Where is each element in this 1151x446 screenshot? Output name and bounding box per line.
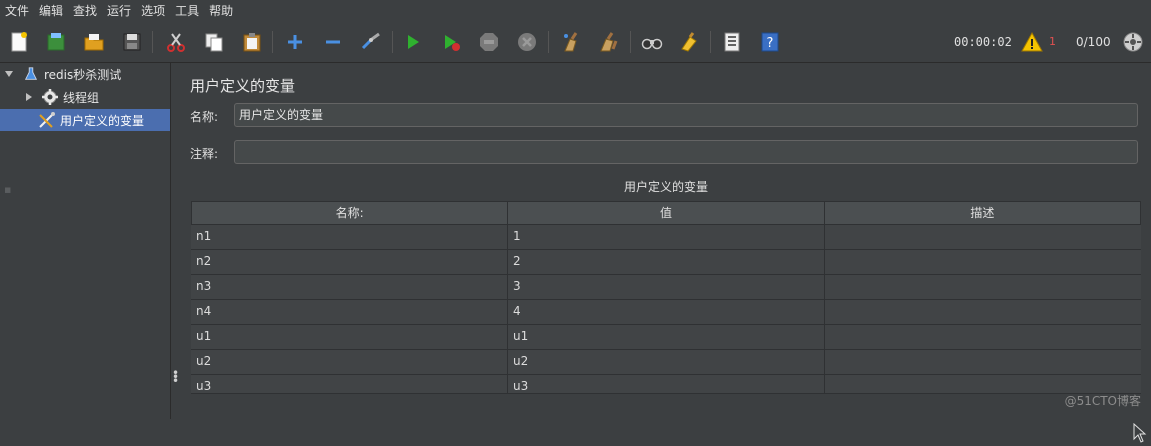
cell-value[interactable]: 4 <box>508 300 825 324</box>
column-header-name[interactable]: 名称: <box>192 202 509 224</box>
toggle-icon[interactable] <box>359 30 383 54</box>
cell-name[interactable]: n3 <box>191 275 508 299</box>
column-header-description[interactable]: 描述 <box>825 202 1140 224</box>
menu-file[interactable]: 文件 <box>0 0 34 22</box>
collapse-icon[interactable] <box>321 30 345 54</box>
reset-search-icon[interactable] <box>677 30 701 54</box>
name-label: 名称: <box>190 110 219 124</box>
clear-icon[interactable] <box>559 30 583 54</box>
table-row[interactable]: n1 1 <box>191 225 1141 250</box>
watermark: @51CTO博客 <box>1064 394 1141 408</box>
cell-name[interactable]: u2 <box>191 350 508 374</box>
menu-run[interactable]: 运行 <box>102 0 136 22</box>
table-empty-area[interactable] <box>191 393 1141 420</box>
cell-name[interactable]: u1 <box>191 325 508 349</box>
search-icon[interactable] <box>640 30 664 54</box>
cell-value[interactable]: 2 <box>508 250 825 274</box>
toolbar-separator <box>548 31 549 53</box>
cell-description[interactable] <box>825 250 1141 274</box>
new-icon[interactable] <box>7 30 31 54</box>
svg-text:?: ? <box>767 36 774 51</box>
flask-icon <box>22 65 40 83</box>
start-no-pause-icon[interactable] <box>439 30 463 54</box>
cell-description[interactable] <box>825 325 1141 349</box>
stop-icon[interactable] <box>477 30 501 54</box>
cell-name[interactable]: n4 <box>191 300 508 324</box>
clear-all-icon[interactable] <box>597 30 621 54</box>
cut-icon[interactable] <box>164 30 188 54</box>
save-icon[interactable] <box>120 30 144 54</box>
table-row[interactable]: u1 u1 <box>191 325 1141 350</box>
remote-status-icon[interactable] <box>1121 30 1145 54</box>
warning-icon[interactable] <box>1020 30 1044 54</box>
cell-description[interactable] <box>825 300 1141 324</box>
column-header-value[interactable]: 值 <box>508 202 825 224</box>
expand-icon[interactable] <box>283 30 307 54</box>
menu-search[interactable]: 查找 <box>68 0 102 22</box>
cell-description[interactable] <box>825 350 1141 374</box>
cell-name[interactable]: n1 <box>191 225 508 249</box>
menu-help[interactable]: 帮助 <box>204 0 238 22</box>
page-title: 用户定义的变量 <box>190 77 296 95</box>
mouse-cursor-icon <box>1133 422 1147 446</box>
active-threads: 0/100 <box>1076 35 1111 49</box>
cell-name[interactable]: n2 <box>191 250 508 274</box>
variables-tool-icon <box>38 111 56 129</box>
menu-tools[interactable]: 工具 <box>170 0 204 22</box>
table-caption: 用户定义的变量 <box>623 180 708 194</box>
cell-value[interactable]: 1 <box>508 225 825 249</box>
toolbar-separator <box>710 31 711 53</box>
open-icon[interactable] <box>82 30 106 54</box>
elapsed-time: 00:00:02 <box>954 35 1012 49</box>
cell-value[interactable]: u2 <box>508 350 825 374</box>
table-row[interactable]: n4 4 <box>191 300 1141 325</box>
start-icon[interactable] <box>401 30 425 54</box>
table-row[interactable]: n2 2 <box>191 250 1141 275</box>
toolbar-separator <box>630 31 631 53</box>
cell-value[interactable]: 3 <box>508 275 825 299</box>
user-variables-panel: 用户定义的变量 名称: 用户定义的变量 注释: 用户定义的变量 名称: 值 描述… <box>178 63 1151 443</box>
templates-icon[interactable] <box>44 30 68 54</box>
copy-icon[interactable] <box>202 30 226 54</box>
menu-options[interactable]: 选项 <box>136 0 170 22</box>
table-header: 名称: 值 描述 <box>191 201 1141 225</box>
menu-edit[interactable]: 编辑 <box>34 0 68 22</box>
table-row[interactable]: n3 3 <box>191 275 1141 300</box>
name-field[interactable]: 用户定义的变量 <box>234 103 1138 127</box>
shutdown-icon[interactable] <box>515 30 539 54</box>
toolbar-separator <box>392 31 393 53</box>
help-icon[interactable]: ? <box>758 30 782 54</box>
tree-item-test-plan[interactable]: redis秒杀测试 <box>0 63 170 85</box>
comment-label: 注释: <box>190 147 219 161</box>
expand-arrow-icon[interactable] <box>5 71 13 77</box>
test-plan-tree: ▪ redis秒杀测试 线程组 用户定义的变量 <box>0 63 171 419</box>
tree-label-user-variables: 用户定义的变量 <box>60 113 145 128</box>
paste-icon[interactable] <box>240 30 264 54</box>
warning-count: 1 <box>1049 35 1056 48</box>
gear-icon <box>41 88 59 106</box>
cell-value[interactable]: u1 <box>508 325 825 349</box>
comment-field[interactable] <box>234 140 1138 164</box>
variables-table: 名称: 值 描述 n1 1 n2 2 n3 3 n4 4 u1 u1 u2 u2… <box>191 201 1141 400</box>
collapse-arrow-icon[interactable] <box>26 93 32 101</box>
toolbar: ? 00:00:02 1 0/100 <box>0 22 1151 63</box>
ghost-artifact: ▪ <box>4 183 12 196</box>
toolbar-separator <box>152 31 153 53</box>
cell-description[interactable] <box>825 275 1141 299</box>
toolbar-separator <box>272 31 273 53</box>
tree-label-test-plan: redis秒杀测试 <box>44 67 122 82</box>
menu-bar: 文件 编辑 查找 运行 选项 工具 帮助 <box>0 0 1151 22</box>
table-row[interactable]: u2 u2 <box>191 350 1141 375</box>
tree-item-thread-group[interactable]: 线程组 <box>0 86 170 108</box>
function-helper-icon[interactable] <box>720 30 744 54</box>
tree-item-user-variables[interactable]: 用户定义的变量 <box>0 109 170 131</box>
cell-description[interactable] <box>825 225 1141 249</box>
tree-label-thread-group: 线程组 <box>63 90 100 105</box>
